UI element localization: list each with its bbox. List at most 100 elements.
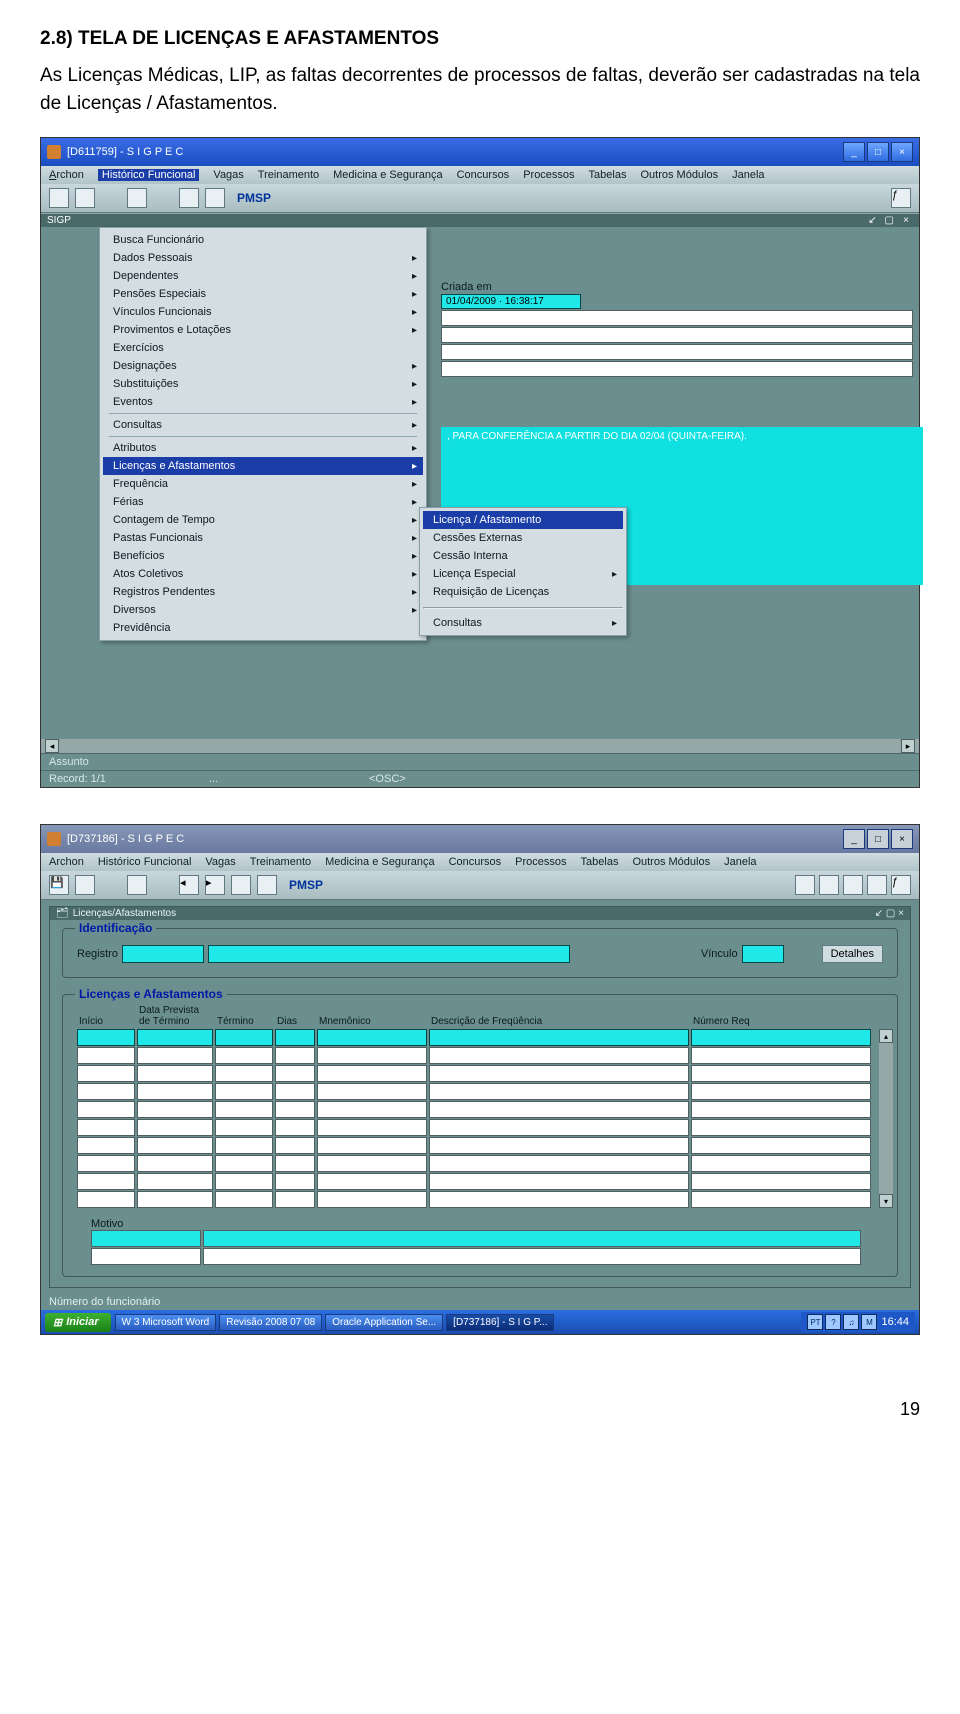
taskbar-item[interactable]: Oracle Application Se... — [325, 1314, 443, 1331]
table-cell[interactable] — [77, 1029, 135, 1046]
save-icon[interactable]: 💾 — [49, 875, 69, 895]
mdi-close-icon[interactable]: × — [898, 908, 904, 919]
menu-item[interactable]: Diversos — [103, 601, 423, 619]
prev-icon[interactable]: ◂ — [179, 875, 199, 895]
vertical-scrollbar[interactable]: ▴ ▾ — [879, 1029, 893, 1208]
scroll-left-icon[interactable]: ◂ — [45, 739, 59, 753]
table-cell[interactable] — [317, 1137, 427, 1154]
table-cell[interactable] — [215, 1191, 273, 1208]
table-cell[interactable] — [429, 1155, 689, 1172]
menu-outros[interactable]: Outros Módulos — [632, 856, 710, 868]
table-cell[interactable] — [77, 1119, 135, 1136]
minimize-button[interactable]: _ — [843, 142, 865, 162]
menu-item[interactable]: Contagem de Tempo — [103, 511, 423, 529]
scroll-right-icon[interactable]: ▸ — [901, 739, 915, 753]
table-cell[interactable] — [691, 1065, 871, 1082]
taskbar-item[interactable]: W 3 Microsoft Word — [115, 1314, 217, 1331]
report-icon[interactable] — [257, 875, 277, 895]
maximize-button[interactable]: □ — [867, 142, 889, 162]
tray-icon[interactable]: PT — [807, 1314, 823, 1330]
motivo-desc-cell[interactable] — [203, 1230, 861, 1247]
submenu-item[interactable]: Consultas — [423, 614, 623, 632]
table-cell[interactable] — [215, 1101, 273, 1118]
table-cell[interactable] — [77, 1083, 135, 1100]
tool-icon[interactable] — [843, 875, 863, 895]
menu-item[interactable]: Frequência — [103, 475, 423, 493]
menu-item[interactable]: Designações — [103, 357, 423, 375]
menu-item[interactable]: Dependentes — [103, 267, 423, 285]
menu-janela[interactable]: Janela — [732, 169, 764, 181]
table-cell[interactable] — [215, 1029, 273, 1046]
table-cell[interactable] — [215, 1155, 273, 1172]
save-icon[interactable] — [49, 188, 69, 208]
fx-icon[interactable]: ƒ — [891, 188, 911, 208]
table-cell[interactable] — [77, 1065, 135, 1082]
table-cell[interactable] — [317, 1119, 427, 1136]
menu-item[interactable]: Dados Pessoais — [103, 249, 423, 267]
table-cell[interactable] — [429, 1137, 689, 1154]
table-cell[interactable] — [77, 1101, 135, 1118]
copy-icon[interactable] — [127, 875, 147, 895]
tool-icon[interactable] — [795, 875, 815, 895]
menu-processos[interactable]: Processos — [515, 856, 566, 868]
menu-vagas[interactable]: Vagas — [213, 169, 243, 181]
blank-field[interactable] — [441, 310, 913, 326]
menu-historico[interactable]: Histórico Funcional — [98, 856, 192, 868]
menu-historico[interactable]: Histórico Funcional — [98, 169, 200, 181]
menu-item[interactable]: Atos Coletivos — [103, 565, 423, 583]
detalhes-button[interactable]: Detalhes — [822, 945, 883, 963]
mdi-close-icon[interactable]: × — [899, 215, 913, 226]
menu-item[interactable]: Férias — [103, 493, 423, 511]
table-row[interactable] — [77, 1191, 891, 1208]
menu-treinamento[interactable]: Treinamento — [250, 856, 311, 868]
blank-field[interactable] — [441, 344, 913, 360]
menu-item[interactable]: Provimentos e Lotações — [103, 321, 423, 339]
table-cell[interactable] — [215, 1119, 273, 1136]
menu-tabelas[interactable]: Tabelas — [589, 169, 627, 181]
tool-icon[interactable] — [867, 875, 887, 895]
submenu-item[interactable]: Cessão Interna — [423, 547, 623, 565]
table-cell[interactable] — [275, 1029, 315, 1046]
report-icon[interactable] — [205, 188, 225, 208]
registro-input[interactable] — [122, 945, 204, 963]
menu-medicina[interactable]: Medicina e Segurança — [333, 169, 442, 181]
table-cell[interactable] — [429, 1119, 689, 1136]
close-button[interactable]: × — [891, 142, 913, 162]
menu-item[interactable]: Previdência — [103, 619, 423, 637]
table-cell[interactable] — [215, 1065, 273, 1082]
menu-concursos[interactable]: Concursos — [449, 856, 502, 868]
menu-outros[interactable]: Outros Módulos — [640, 169, 718, 181]
table-cell[interactable] — [429, 1101, 689, 1118]
menu-item[interactable]: Pastas Funcionais — [103, 529, 423, 547]
table-cell[interactable] — [137, 1029, 213, 1046]
table-cell[interactable] — [137, 1137, 213, 1154]
tool-icon[interactable] — [819, 875, 839, 895]
horizontal-scrollbar[interactable]: ◂ ▸ — [41, 739, 919, 753]
tray-icon[interactable]: ♫ — [843, 1314, 859, 1330]
motivo-desc-cell[interactable] — [203, 1248, 861, 1265]
table-cell[interactable] — [275, 1173, 315, 1190]
table-cell[interactable] — [429, 1083, 689, 1100]
table-row[interactable] — [77, 1155, 891, 1172]
table-cell[interactable] — [317, 1047, 427, 1064]
menu-item[interactable]: Pensões Especiais — [103, 285, 423, 303]
menu-tabelas[interactable]: Tabelas — [581, 856, 619, 868]
menu-archon[interactable]: Archon — [49, 169, 84, 181]
table-cell[interactable] — [275, 1119, 315, 1136]
table-cell[interactable] — [137, 1047, 213, 1064]
scroll-down-icon[interactable]: ▾ — [879, 1194, 893, 1208]
table-cell[interactable] — [215, 1047, 273, 1064]
tray-icon[interactable]: M — [861, 1314, 877, 1330]
menu-item[interactable]: Eventos — [103, 393, 423, 411]
menu-janela[interactable]: Janela — [724, 856, 756, 868]
blank-field[interactable] — [441, 327, 913, 343]
table-cell[interactable] — [429, 1173, 689, 1190]
table-cell[interactable] — [429, 1047, 689, 1064]
menu-processos[interactable]: Processos — [523, 169, 574, 181]
table-cell[interactable] — [691, 1083, 871, 1100]
copy-icon[interactable] — [127, 188, 147, 208]
tray-icon[interactable]: ? — [825, 1314, 841, 1330]
table-cell[interactable] — [429, 1191, 689, 1208]
table-cell[interactable] — [275, 1101, 315, 1118]
table-cell[interactable] — [317, 1029, 427, 1046]
